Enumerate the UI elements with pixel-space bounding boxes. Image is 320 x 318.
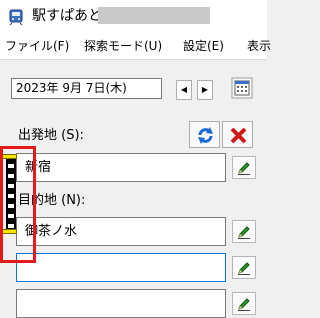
swap-icon bbox=[198, 127, 213, 144]
menu-search-mode[interactable]: 探索モード(U) bbox=[84, 38, 162, 54]
departure-edit-button[interactable] bbox=[232, 156, 256, 179]
clear-button[interactable] bbox=[222, 121, 253, 148]
destination-input[interactable]: 御茶ノ水 bbox=[16, 217, 226, 246]
calendar-icon[interactable] bbox=[231, 77, 253, 99]
via-input-2[interactable] bbox=[16, 289, 226, 318]
via2-edit-button[interactable] bbox=[232, 292, 256, 315]
highlight-annotation-box bbox=[0, 146, 36, 263]
pencil-icon bbox=[238, 262, 250, 275]
date-field[interactable]: 2023年 9月 7日(木) bbox=[11, 78, 162, 99]
swap-button[interactable] bbox=[189, 121, 220, 148]
departure-label: 出発地 (S): bbox=[18, 128, 84, 143]
clear-icon bbox=[230, 127, 247, 144]
menu-bar: ファイル(F) 探索モード(U) 設定(E) 表示 bbox=[0, 33, 271, 60]
via1-edit-button[interactable] bbox=[232, 256, 256, 279]
window-title: 駅すぱあと bbox=[32, 8, 102, 24]
train-app-icon bbox=[9, 9, 23, 25]
departure-input[interactable]: 新宿 bbox=[16, 153, 226, 182]
menu-settings[interactable]: 設定(E) bbox=[183, 38, 224, 54]
menu-file[interactable]: ファイル(F) bbox=[5, 38, 69, 54]
prev-date-button[interactable]: ◀ bbox=[176, 80, 192, 100]
pencil-icon bbox=[238, 298, 250, 311]
title-bar: 駅すぱあと bbox=[0, 0, 267, 33]
pencil-icon bbox=[238, 226, 250, 239]
via-input-1[interactable] bbox=[16, 253, 226, 282]
menu-view[interactable]: 表示 bbox=[247, 38, 271, 54]
redacted-title-block bbox=[98, 7, 210, 24]
pencil-icon bbox=[238, 162, 250, 175]
destination-edit-button[interactable] bbox=[232, 220, 256, 243]
next-date-button[interactable]: ▶ bbox=[197, 80, 213, 100]
